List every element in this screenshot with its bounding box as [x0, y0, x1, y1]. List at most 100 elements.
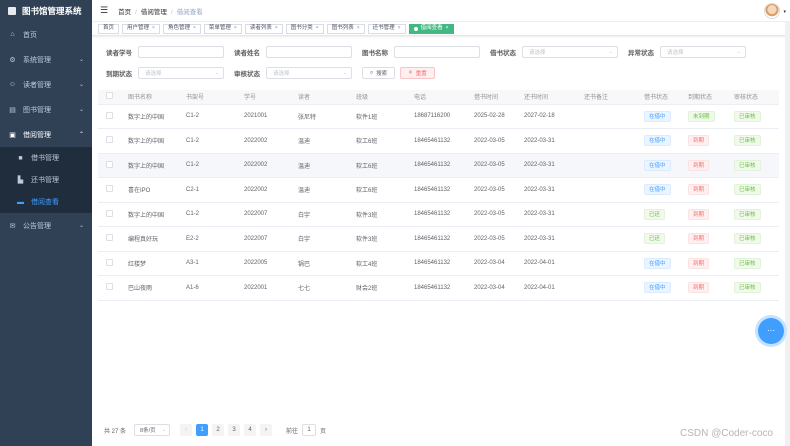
- tag-role[interactable]: 角色管理 ×: [162, 23, 201, 34]
- sidebar-item-return-book[interactable]: ▙ 还书管理: [0, 169, 92, 191]
- close-icon[interactable]: ×: [152, 24, 155, 33]
- page-button[interactable]: 4: [244, 424, 257, 436]
- status-badge: 到期: [688, 282, 710, 294]
- cell-no: 2022002: [236, 153, 290, 178]
- breadcrumb-home[interactable]: 首页: [118, 9, 131, 16]
- sidebar-item-borrow[interactable]: ▣ 借阅管理 ⌃: [0, 122, 92, 147]
- row-checkbox-cell[interactable]: [98, 275, 120, 301]
- close-icon[interactable]: ×: [193, 24, 196, 33]
- checkbox[interactable]: [106, 283, 113, 291]
- placeholder: 请选择: [529, 50, 546, 56]
- page-size-select[interactable]: 8条/页 ⌄: [134, 424, 171, 436]
- checkbox[interactable]: [106, 258, 113, 266]
- next-page-button[interactable]: ›: [260, 424, 273, 436]
- table-row[interactable]: 红楼梦 A3-1 2022005 锅巴 软工4班 18465461132 2022-03-0…: [98, 251, 779, 276]
- tag-label: 图书列表: [331, 25, 354, 31]
- sidebar-item-borrow-book[interactable]: ■ 借书管理: [0, 147, 92, 169]
- floating-action-button[interactable]: ⋯: [758, 318, 784, 344]
- sidebar-item-readers[interactable]: ☺ 读者管理 ⌄: [0, 72, 92, 97]
- row-checkbox-cell[interactable]: [98, 177, 120, 203]
- cell-phone: 18465461132: [406, 202, 466, 227]
- due-status-select[interactable]: 请选择 ⌄: [138, 67, 224, 79]
- checkbox[interactable]: [106, 111, 113, 119]
- tag-user[interactable]: 用户管理 ×: [122, 23, 160, 34]
- sidebar-item-borrow-view[interactable]: ▬ 借阅查看: [0, 191, 92, 213]
- tag-books[interactable]: 图书列表 ×: [326, 23, 365, 34]
- filter-form: 读者学号 读者姓名 图书名称 借书状态 请选择 ⌄ 异常状态 请选择 ⌄ 到期状态 …: [92, 36, 790, 81]
- checkbox[interactable]: [106, 92, 113, 100]
- placeholder: 请选择: [145, 71, 162, 77]
- checkbox[interactable]: [106, 160, 113, 168]
- table-row[interactable]: 喜在IPO C2-1 2022002 温迪 软工6班 18465461132 2022-03…: [98, 177, 779, 203]
- cell-cls: 软工6班: [348, 177, 406, 203]
- borrow-status-select[interactable]: 请选择 ⌄: [522, 46, 618, 58]
- book-name-input[interactable]: [394, 46, 480, 58]
- reader-no-input[interactable]: [138, 46, 224, 58]
- tag-return[interactable]: 还书管理 ×: [367, 23, 406, 34]
- cell-no: 2022005: [236, 251, 290, 276]
- close-icon[interactable]: ×: [275, 24, 278, 33]
- tag-home[interactable]: 首页: [98, 23, 120, 34]
- close-icon[interactable]: ×: [234, 24, 237, 33]
- search-button[interactable]: ⌕ 搜索: [362, 67, 396, 79]
- table-row[interactable]: 数字上的中国 C1-2 2022002 温迪 软工6班 18465461132 2022-0…: [98, 128, 779, 154]
- tag-menu[interactable]: 菜单管理 ×: [203, 23, 242, 34]
- sidebar-item-notice[interactable]: ✉ 公告管理 ⌄: [0, 213, 92, 238]
- reader-name-input[interactable]: [266, 46, 352, 58]
- tag-category[interactable]: 图书分类 ×: [285, 23, 324, 34]
- status-badge: 已审核: [734, 257, 761, 269]
- status-badge: 已审核: [734, 159, 761, 171]
- sidebar: 图书馆管理系统 ⌂ 首页 ⚙ 系统管理 ⌄ ☺ 读者管理 ⌄ ▤ 图书管理 ⌄ ▣ 借阅管理 ⌃ …: [0, 0, 92, 446]
- col-header: 班级: [348, 90, 406, 105]
- row-checkbox-cell[interactable]: [98, 128, 120, 154]
- checkbox[interactable]: [106, 185, 113, 193]
- prev-page-button[interactable]: ‹: [180, 424, 193, 436]
- close-icon[interactable]: ×: [316, 24, 319, 33]
- cell-audit-status: 已审核: [726, 128, 779, 154]
- page-button[interactable]: 1: [196, 424, 209, 436]
- table-row[interactable]: 数字上的中国 C1-2 2021001 张尼特 软件1班 18687116200 2025-…: [98, 104, 779, 129]
- table-row[interactable]: 编程真好玩 E2-2 2022007 白宇 软件3班 18465461132 2022-03…: [98, 226, 779, 252]
- reset-button[interactable]: ✕ 重置: [400, 67, 435, 79]
- audit-status-select[interactable]: 请选择 ⌄: [266, 67, 352, 79]
- checkbox[interactable]: [106, 209, 113, 217]
- table-row[interactable]: 数字上的中国 C1-2 2022002 温迪 软工6班 18465461132 2022-0…: [98, 153, 779, 178]
- close-icon[interactable]: ×: [357, 24, 360, 33]
- page-button[interactable]: 2: [212, 424, 225, 436]
- checkbox[interactable]: [106, 234, 113, 242]
- goto-input[interactable]: 1: [302, 424, 317, 436]
- sidebar-item-system[interactable]: ⚙ 系统管理 ⌄: [0, 47, 92, 72]
- avatar[interactable]: [764, 3, 780, 19]
- audit-status-label: 审核状态: [234, 71, 260, 78]
- status-badge: 已审核: [734, 282, 761, 294]
- sidebar-item-books[interactable]: ▤ 图书管理 ⌄: [0, 97, 92, 122]
- tag-readers[interactable]: 读者列表 ×: [244, 23, 283, 34]
- status-badge: 在借中: [644, 184, 671, 196]
- row-checkbox-cell[interactable]: [98, 202, 120, 227]
- cell-cls: 软工4班: [348, 251, 406, 276]
- cell-bt: 2022-03-04: [466, 251, 516, 276]
- abnormal-status-select[interactable]: 请选择 ⌄: [660, 46, 746, 58]
- row-checkbox-cell[interactable]: [98, 104, 120, 129]
- scrollbar[interactable]: [785, 22, 790, 446]
- cell-bt: 2022-03-05: [466, 128, 516, 154]
- row-checkbox-cell[interactable]: [98, 153, 120, 178]
- cell-book: 数字上的中国: [120, 153, 178, 178]
- cell-no: 2022007: [236, 226, 290, 252]
- row-checkbox-cell[interactable]: [98, 251, 120, 276]
- hamburger-icon[interactable]: ☰: [100, 5, 108, 16]
- table-row[interactable]: 巴山夜雨 A1-6 2022001 七七 财会2班 18465461132 2022-03-…: [98, 275, 779, 301]
- table-row[interactable]: 数字上的中国 C1-2 2022007 白宇 软件3班 18465461132 2022-0…: [98, 202, 779, 227]
- sidebar-item-label: 读者管理: [23, 81, 51, 89]
- header-checkbox[interactable]: [98, 90, 120, 105]
- close-icon[interactable]: ×: [446, 24, 449, 33]
- sidebar-item-home[interactable]: ⌂ 首页: [0, 22, 92, 47]
- cell-shelf: E2-2: [178, 226, 236, 252]
- row-checkbox-cell[interactable]: [98, 226, 120, 252]
- checkbox[interactable]: [106, 136, 113, 144]
- tag-borrow-view[interactable]: 借阅查看 ×: [408, 23, 454, 34]
- close-icon[interactable]: ×: [398, 24, 401, 33]
- page-button[interactable]: 3: [228, 424, 241, 436]
- caret-down-icon[interactable]: ▾: [783, 9, 786, 15]
- status-badge: 在借中: [644, 135, 671, 147]
